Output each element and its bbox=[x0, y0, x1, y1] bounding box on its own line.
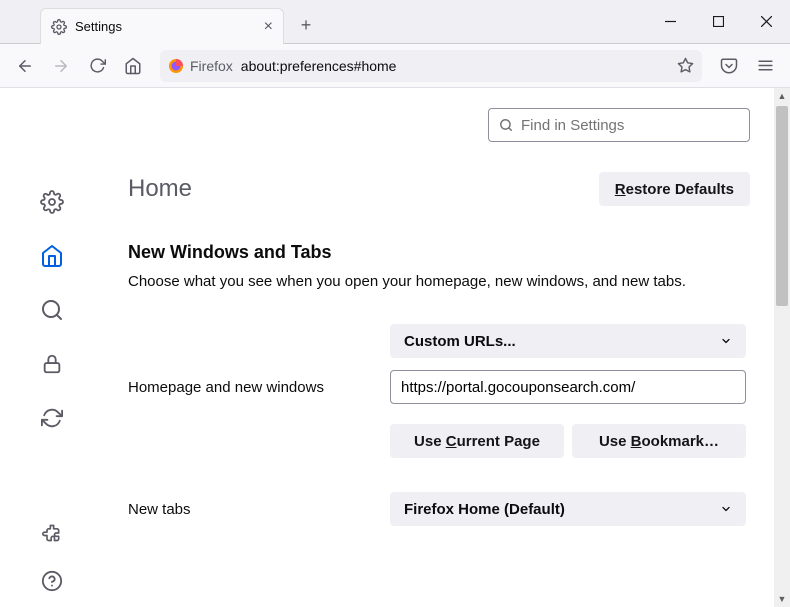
tab-title: Settings bbox=[75, 19, 122, 34]
sidebar-help[interactable] bbox=[38, 567, 66, 595]
window-controls bbox=[646, 0, 790, 43]
scroll-up-arrow[interactable]: ▲ bbox=[774, 88, 790, 104]
scroll-down-arrow[interactable]: ▼ bbox=[774, 591, 790, 607]
content-area: Find in Settings Home Restore Defaults N… bbox=[0, 88, 790, 607]
maximize-button[interactable] bbox=[694, 0, 742, 43]
homepage-url-input[interactable] bbox=[390, 370, 746, 404]
pocket-button[interactable] bbox=[712, 49, 746, 83]
homepage-label: Homepage and new windows bbox=[128, 379, 378, 396]
use-bookmark-button[interactable]: Use Bookmark… bbox=[572, 424, 746, 458]
titlebar: Settings × + bbox=[0, 0, 790, 44]
back-button[interactable] bbox=[8, 49, 42, 83]
new-tab-button[interactable]: + bbox=[290, 9, 322, 41]
navigation-toolbar: Firefox about:preferences#home bbox=[0, 44, 790, 88]
homepage-mode-select[interactable]: Custom URLs... bbox=[390, 324, 746, 358]
firefox-logo-icon bbox=[168, 58, 184, 74]
scroll-thumb[interactable] bbox=[776, 106, 788, 306]
sidebar-search[interactable] bbox=[38, 296, 66, 324]
chevron-down-icon bbox=[720, 503, 732, 515]
chevron-down-icon bbox=[720, 335, 732, 347]
app-menu-button[interactable] bbox=[748, 49, 782, 83]
sidebar-sync[interactable] bbox=[38, 404, 66, 432]
close-icon[interactable]: × bbox=[264, 18, 273, 36]
search-input[interactable]: Find in Settings bbox=[488, 108, 750, 142]
newtabs-value: Firefox Home (Default) bbox=[404, 501, 565, 518]
sidebar-home[interactable] bbox=[38, 242, 66, 270]
tab-settings[interactable]: Settings × bbox=[40, 8, 284, 44]
identity-label: Firefox bbox=[190, 58, 233, 74]
newtabs-select[interactable]: Firefox Home (Default) bbox=[390, 492, 746, 526]
page-title: Home bbox=[128, 175, 192, 203]
reload-button[interactable] bbox=[80, 49, 114, 83]
homepage-mode-value: Custom URLs... bbox=[404, 333, 516, 350]
sidebar-general[interactable] bbox=[38, 188, 66, 216]
url-text: about:preferences#home bbox=[241, 58, 397, 74]
scrollbar[interactable]: ▲ ▼ bbox=[774, 88, 790, 607]
home-button[interactable] bbox=[116, 49, 150, 83]
close-window-button[interactable] bbox=[742, 0, 790, 43]
use-current-page-button[interactable]: Use Current Page bbox=[390, 424, 564, 458]
preferences-sidebar bbox=[0, 88, 104, 607]
sidebar-privacy[interactable] bbox=[38, 350, 66, 378]
search-icon bbox=[499, 118, 513, 132]
forward-button bbox=[44, 49, 78, 83]
gear-icon bbox=[51, 19, 67, 35]
identity-box[interactable]: Firefox bbox=[168, 58, 233, 74]
restore-defaults-button[interactable]: Restore Defaults bbox=[599, 172, 750, 206]
bookmark-star-icon[interactable] bbox=[677, 57, 694, 74]
section-heading: New Windows and Tabs bbox=[128, 242, 750, 263]
section-description: Choose what you see when you open your h… bbox=[128, 273, 750, 290]
minimize-button[interactable] bbox=[646, 0, 694, 43]
newtabs-label: New tabs bbox=[128, 501, 378, 518]
sidebar-extensions[interactable] bbox=[38, 519, 66, 547]
search-placeholder: Find in Settings bbox=[521, 117, 624, 134]
url-bar[interactable]: Firefox about:preferences#home bbox=[160, 50, 702, 82]
preferences-main: Find in Settings Home Restore Defaults N… bbox=[104, 88, 790, 607]
